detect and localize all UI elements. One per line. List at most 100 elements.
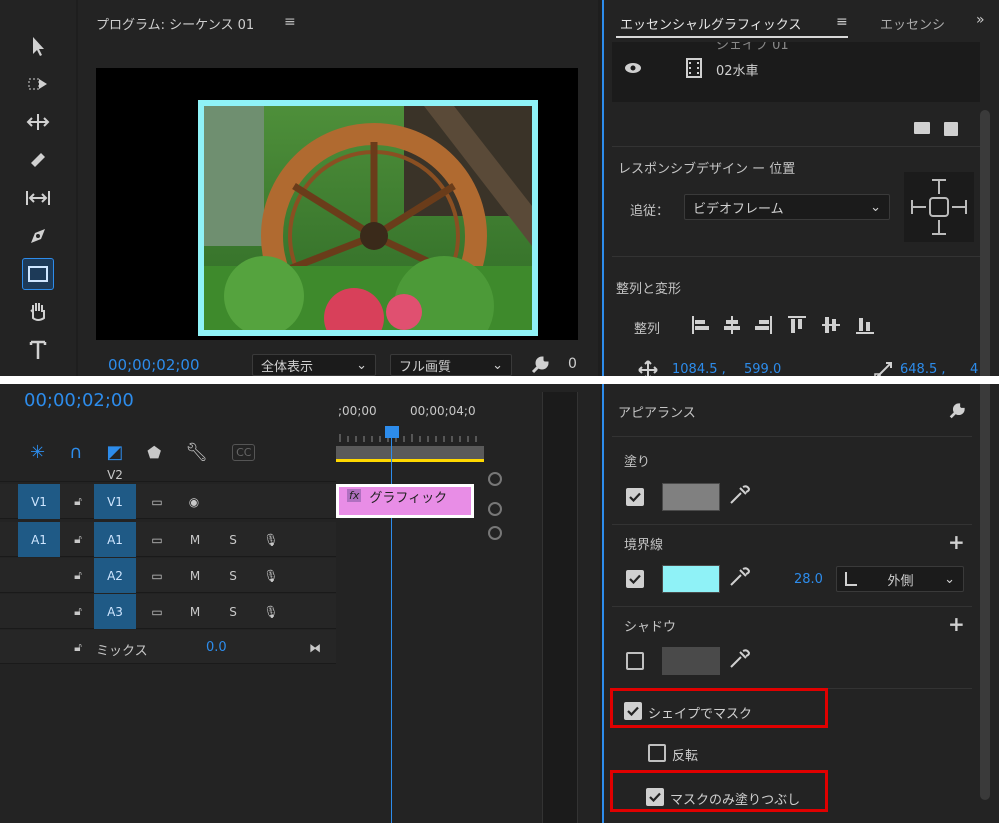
zoom-level-select[interactable]: 全体表示 ⌄ bbox=[252, 354, 376, 376]
fill-checkbox[interactable] bbox=[626, 488, 644, 506]
scroll-handle-icon[interactable] bbox=[488, 502, 502, 516]
time-ruler[interactable]: ;00;00 00;00;04;0 bbox=[336, 404, 486, 464]
sync-lock-icon[interactable]: ▭ bbox=[146, 484, 168, 519]
track-target-a2[interactable]: A2 bbox=[94, 558, 136, 593]
pen-tool-icon[interactable] bbox=[22, 220, 54, 252]
align-right-icon[interactable] bbox=[754, 314, 774, 336]
shadow-color-swatch[interactable] bbox=[662, 647, 720, 675]
scale-height-value[interactable]: 4 bbox=[970, 362, 978, 377]
track-v2-label[interactable]: V2 bbox=[94, 468, 136, 481]
shadow-checkbox[interactable] bbox=[626, 652, 644, 670]
solo-button[interactable]: S bbox=[222, 594, 244, 629]
position-x-value[interactable]: 1084.5 , bbox=[672, 362, 726, 377]
follow-select[interactable]: ビデオフレーム ⌄ bbox=[684, 194, 890, 220]
track-target-a1[interactable]: A1 bbox=[94, 522, 136, 557]
lock-icon[interactable]: 🔓︎ bbox=[68, 594, 88, 629]
timeline-timecode[interactable]: 00;00;02;00 bbox=[24, 390, 134, 411]
tab-essential-sound[interactable]: エッセンシ bbox=[880, 14, 945, 33]
solo-button[interactable]: S bbox=[222, 522, 244, 557]
sync-lock-icon[interactable]: ▭ bbox=[146, 522, 168, 557]
timeline-wrench-icon[interactable]: 🔧︎ bbox=[185, 442, 208, 463]
wrench-icon[interactable] bbox=[530, 355, 550, 375]
bowtie-icon[interactable]: ⧓ bbox=[300, 630, 330, 665]
microphone-icon[interactable]: 🎙︎ bbox=[260, 522, 282, 557]
track-select-tool-icon[interactable] bbox=[22, 68, 54, 100]
add-stroke-icon[interactable]: + bbox=[948, 530, 965, 554]
layer-row[interactable] bbox=[612, 54, 984, 84]
type-tool-icon[interactable] bbox=[22, 334, 54, 366]
solo-button[interactable]: S bbox=[222, 558, 244, 593]
eye-icon[interactable] bbox=[624, 62, 642, 74]
more-tabs-icon[interactable]: » bbox=[976, 12, 985, 28]
mute-button[interactable]: M bbox=[184, 522, 206, 557]
lock-icon[interactable]: 🔓︎ bbox=[68, 484, 88, 519]
pin-to-edges-widget[interactable] bbox=[904, 172, 974, 242]
sync-lock-icon[interactable]: ▭ bbox=[146, 594, 168, 629]
eyedropper-icon[interactable] bbox=[728, 484, 750, 506]
stroke-checkbox[interactable] bbox=[626, 570, 644, 588]
linked-selection-icon[interactable]: ◩ bbox=[106, 442, 123, 463]
mask-fill-only-checkbox[interactable] bbox=[646, 788, 664, 806]
source-patch-a1[interactable]: A1 bbox=[18, 522, 60, 557]
program-value: 0 bbox=[568, 356, 577, 372]
program-timecode[interactable]: 00;00;02;00 bbox=[108, 356, 200, 374]
nest-icon[interactable]: ✳ bbox=[30, 442, 45, 463]
sync-lock-icon[interactable]: ▭ bbox=[146, 558, 168, 593]
playhead-handle[interactable] bbox=[385, 426, 399, 438]
layer-row[interactable]: シェイプ 01 bbox=[612, 42, 984, 54]
mix-value[interactable]: 0.0 bbox=[206, 640, 227, 655]
stroke-position-select[interactable]: 外側 ⌄ bbox=[836, 566, 964, 592]
position-y-value[interactable]: 599.0 bbox=[744, 362, 781, 377]
selection-tool-icon[interactable] bbox=[22, 30, 54, 62]
ripple-edit-tool-icon[interactable] bbox=[22, 106, 54, 138]
add-marker-icon[interactable]: ⬟ bbox=[147, 443, 161, 462]
align-label: 整列 bbox=[634, 322, 661, 337]
scale-width-value[interactable]: 648.5 , bbox=[900, 362, 945, 377]
add-shadow-icon[interactable]: + bbox=[948, 612, 965, 636]
align-bottom-icon[interactable] bbox=[854, 314, 876, 336]
hand-tool-icon[interactable] bbox=[22, 296, 54, 328]
stroke-color-swatch[interactable] bbox=[662, 565, 720, 593]
tab-essential-graphics[interactable]: エッセンシャルグラフィックス bbox=[620, 14, 801, 33]
wrench-icon[interactable] bbox=[948, 402, 966, 420]
align-center-horizontal-icon[interactable] bbox=[722, 314, 742, 336]
fill-color-swatch[interactable] bbox=[662, 483, 720, 511]
lock-icon[interactable]: 🔓︎ bbox=[68, 558, 88, 593]
new-folder-icon[interactable] bbox=[914, 122, 930, 134]
microphone-icon[interactable]: 🎙︎ bbox=[260, 594, 282, 629]
captions-icon[interactable]: CC bbox=[232, 444, 256, 461]
razor-tool-icon[interactable] bbox=[22, 144, 54, 176]
rectangle-tool-icon[interactable] bbox=[22, 258, 54, 290]
panel-menu-icon[interactable]: ≡ bbox=[284, 14, 296, 30]
mask-with-shape-checkbox[interactable] bbox=[624, 702, 642, 720]
eyedropper-icon[interactable] bbox=[728, 648, 750, 670]
panel-menu-icon[interactable]: ≡ bbox=[836, 14, 848, 30]
lock-icon[interactable]: 🔓︎ bbox=[68, 522, 88, 557]
stroke-width-value[interactable]: 28.0 bbox=[794, 572, 823, 587]
microphone-icon[interactable]: 🎙︎ bbox=[260, 558, 282, 593]
scroll-handle-icon[interactable] bbox=[488, 472, 502, 486]
align-center-vertical-icon[interactable] bbox=[820, 314, 842, 336]
mute-button[interactable]: M bbox=[184, 594, 206, 629]
graphic-clip[interactable]: fx グラフィック bbox=[336, 484, 474, 518]
panel-scrollbar[interactable] bbox=[980, 110, 990, 800]
new-layer-icon[interactable] bbox=[944, 122, 958, 136]
track-target-a3[interactable]: A3 bbox=[94, 594, 136, 629]
work-area-bar[interactable] bbox=[336, 446, 484, 462]
video-preview[interactable] bbox=[96, 68, 578, 340]
track-target-v1[interactable]: V1 bbox=[94, 484, 136, 519]
playback-quality-select[interactable]: フル画質 ⌄ bbox=[390, 354, 512, 376]
snap-magnet-icon[interactable]: ∩ bbox=[69, 442, 82, 463]
eyedropper-icon[interactable] bbox=[728, 566, 750, 588]
eye-icon[interactable]: ◉ bbox=[182, 484, 206, 519]
scroll-handle-icon[interactable] bbox=[488, 526, 502, 540]
mute-button[interactable]: M bbox=[184, 558, 206, 593]
program-monitor-title[interactable]: プログラム: シーケンス 01 bbox=[96, 14, 254, 33]
divider bbox=[612, 146, 980, 147]
invert-checkbox[interactable] bbox=[648, 744, 666, 762]
lock-icon[interactable]: 🔓︎ bbox=[68, 630, 88, 665]
source-patch-v1[interactable]: V1 bbox=[18, 484, 60, 519]
slip-tool-icon[interactable] bbox=[22, 182, 54, 214]
align-left-icon[interactable] bbox=[690, 314, 710, 336]
align-top-icon[interactable] bbox=[786, 314, 808, 336]
